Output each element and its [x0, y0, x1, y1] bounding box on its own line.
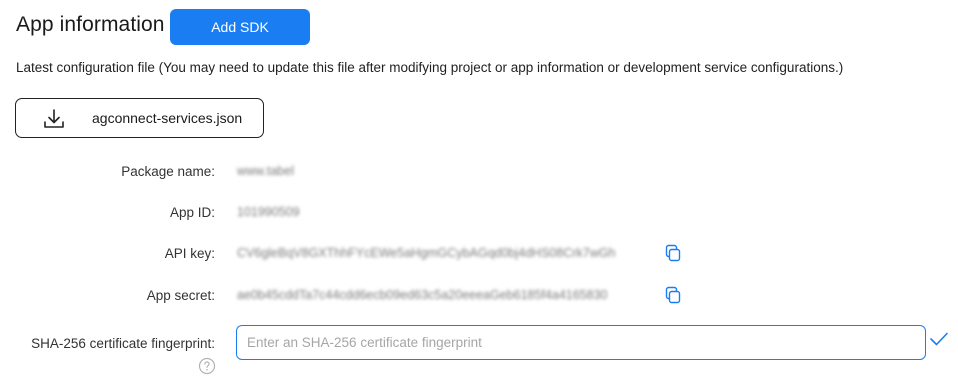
api-key-value: CV6gleBqV8GXThhFYcEWe5aHgmGCybAGqd0bj4dH…	[237, 246, 616, 260]
app-id-label: App ID:	[169, 205, 215, 220]
help-icon[interactable]	[198, 357, 216, 375]
package-name-value: www.t​abel	[237, 164, 294, 178]
check-icon[interactable]	[929, 331, 949, 347]
package-name-row: Package name: www.t​abel	[0, 160, 958, 184]
sha256-label: SHA-256 certificate fingerprint:	[31, 336, 215, 351]
page-title: App information	[16, 13, 165, 36]
app-secret-label: App secret:	[146, 288, 215, 303]
add-sdk-button[interactable]: Add SDK	[170, 9, 310, 45]
app-information-page: App information Add SDK Latest configura…	[0, 0, 958, 384]
api-key-label: API key:	[164, 246, 215, 261]
app-id-row: App ID: 101990509	[0, 201, 958, 225]
copy-icon[interactable]	[664, 244, 682, 262]
package-name-label: Package name:	[121, 164, 215, 179]
config-file-description: Latest configuration file (You may need …	[16, 60, 844, 75]
sha256-input[interactable]	[236, 325, 926, 360]
config-file-name: agconnect-services.json	[92, 110, 243, 126]
download-icon	[44, 109, 64, 128]
app-secret-row: App secret: ae0b45cddTa7c44cdd6ecb09ed63…	[0, 284, 958, 308]
app-secret-value: ae0b45cddTa7c44cdd6ecb09ed63c5a20eeeaGeb…	[237, 288, 608, 302]
api-key-row: API key: CV6gleBqV8GXThhFYcEWe5aHgmGCybA…	[0, 242, 958, 266]
app-id-value: 101990509	[237, 205, 300, 219]
download-config-button[interactable]: agconnect-services.json	[15, 98, 264, 138]
copy-icon[interactable]	[664, 286, 682, 304]
